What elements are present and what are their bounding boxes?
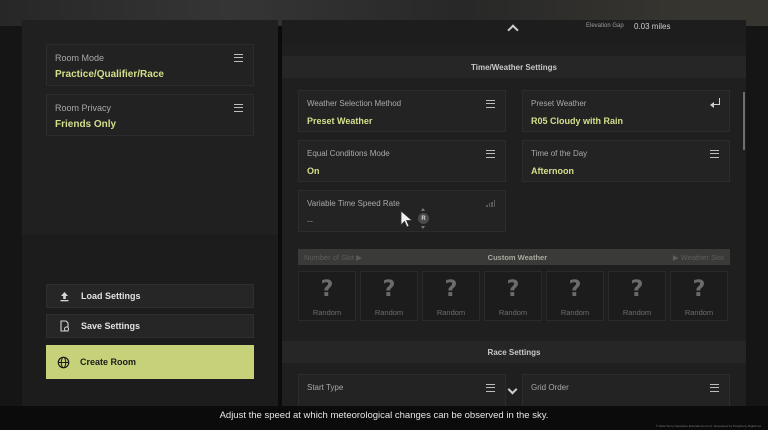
- r-stick-badge: R: [418, 213, 429, 224]
- room-privacy-setting[interactable]: Room Privacy Friends Only: [46, 94, 254, 136]
- question-icon: ?: [692, 277, 706, 302]
- question-icon: ?: [506, 277, 520, 302]
- arrow-down-icon: [421, 226, 425, 229]
- question-icon: ?: [568, 277, 582, 302]
- menu-icon: [486, 384, 495, 392]
- grid-order-label: Grid Order: [531, 383, 569, 392]
- weather-slot-value: Random: [622, 308, 652, 317]
- menu-icon: [234, 54, 243, 62]
- custom-weather-title: Custom Weather: [487, 252, 548, 262]
- weather-slot-value: Random: [560, 308, 590, 317]
- menu-icon: [486, 150, 495, 158]
- menu-icon: [710, 150, 719, 158]
- create-room-button[interactable]: Create Room: [46, 345, 254, 379]
- question-icon: ?: [444, 277, 458, 302]
- custom-weather-bar: Number of Slot ▶ Custom Weather ▶ Weathe…: [298, 249, 730, 265]
- equal-conditions-setting[interactable]: Equal Conditions Mode On: [298, 140, 506, 182]
- start-type-setting[interactable]: Start Type: [298, 374, 506, 406]
- weather-slot[interactable]: ? Random: [298, 271, 356, 321]
- weather-slot[interactable]: ? Random: [422, 271, 480, 321]
- preset-weather-label: Preset Weather: [531, 99, 587, 108]
- room-privacy-label: Room Privacy: [55, 103, 112, 113]
- room-privacy-value: Friends Only: [55, 119, 117, 130]
- menu-icon: [710, 384, 719, 392]
- weather-slot-label: ▶ Weather Slot: [672, 252, 724, 262]
- room-mode-setting[interactable]: Room Mode Practice/Qualifier/Race: [46, 44, 254, 86]
- time-of-day-setting[interactable]: Time of the Day Afternoon: [522, 140, 730, 182]
- question-icon: ?: [320, 277, 334, 302]
- weather-selection-setting[interactable]: Weather Selection Method Preset Weather: [298, 90, 506, 132]
- preset-weather-value: R05 Cloudy with Rain: [531, 116, 624, 126]
- equal-conditions-label: Equal Conditions Mode: [307, 149, 390, 158]
- signal-icon: [486, 200, 495, 207]
- room-mode-label: Room Mode: [55, 53, 105, 63]
- preset-weather-setting[interactable]: Preset Weather R05 Cloudy with Rain: [522, 90, 730, 132]
- time-of-day-value: Afternoon: [531, 166, 574, 176]
- load-settings-button[interactable]: Load Settings: [46, 284, 254, 308]
- elevation-gap-label: Elevation Gap: [586, 23, 624, 29]
- number-of-slot-label: Number of Slot ▶: [304, 252, 362, 262]
- weather-slot[interactable]: ? Random: [546, 271, 604, 321]
- room-settings-left-panel: Room Mode Practice/Qualifier/Race Room P…: [22, 20, 278, 406]
- variable-time-speed-label: Variable Time Speed Rate: [307, 199, 400, 208]
- variable-time-speed-value: --: [307, 216, 313, 226]
- elevation-gap-value: 0.03 miles: [634, 22, 671, 31]
- menu-icon: [486, 100, 495, 108]
- cursor-icon: [400, 210, 414, 233]
- globe-icon: [46, 356, 80, 369]
- scrollbar[interactable]: [743, 92, 745, 150]
- room-mode-value: Practice/Qualifier/Race: [55, 69, 164, 80]
- grid-order-setting[interactable]: Grid Order: [522, 374, 730, 406]
- weather-slot[interactable]: ? Random: [670, 271, 728, 321]
- chevron-up-icon[interactable]: [507, 24, 519, 36]
- question-icon: ?: [382, 277, 396, 302]
- weather-slot-value: Random: [374, 308, 404, 317]
- menu-icon: [234, 104, 243, 112]
- weather-selection-value: Preset Weather: [307, 116, 373, 126]
- room-settings-right-panel: Elevation Gap 0.03 miles Time/Weather Se…: [282, 20, 746, 406]
- load-settings-label: Load Settings: [81, 291, 141, 301]
- time-of-day-label: Time of the Day: [531, 149, 588, 158]
- chevron-down-icon[interactable]: [507, 384, 518, 395]
- save-file-icon: [47, 320, 81, 332]
- create-room-label: Create Room: [80, 357, 137, 367]
- question-icon: ?: [630, 277, 644, 302]
- weather-slot[interactable]: ? Random: [484, 271, 542, 321]
- weather-slot-value: Random: [498, 308, 528, 317]
- time-weather-settings-header: Time/Weather Settings: [282, 56, 746, 78]
- upload-icon: [47, 291, 81, 302]
- save-settings-button[interactable]: Save Settings: [46, 314, 254, 338]
- background-left-edge: [0, 26, 22, 406]
- equal-conditions-value: On: [307, 166, 320, 176]
- arrow-up-icon: [421, 208, 425, 211]
- start-type-label: Start Type: [307, 383, 344, 392]
- background-right-edge: [746, 26, 768, 406]
- race-settings-header: Race Settings: [282, 341, 746, 363]
- return-icon: [710, 98, 720, 108]
- weather-selection-label: Weather Selection Method: [307, 99, 402, 108]
- copyright-text: © 2022 Sony Interactive Entertainment In…: [655, 424, 762, 428]
- weather-slot[interactable]: ? Random: [360, 271, 418, 321]
- weather-slot-value: Random: [312, 308, 342, 317]
- weather-slot-value: Random: [684, 308, 714, 317]
- scroll-top-area: Elevation Gap 0.03 miles: [282, 20, 746, 44]
- save-settings-label: Save Settings: [81, 321, 141, 331]
- weather-slot-value: Random: [436, 308, 466, 317]
- weather-slot[interactable]: ? Random: [608, 271, 666, 321]
- help-hint-text: Adjust the speed at which meteorological…: [219, 410, 549, 421]
